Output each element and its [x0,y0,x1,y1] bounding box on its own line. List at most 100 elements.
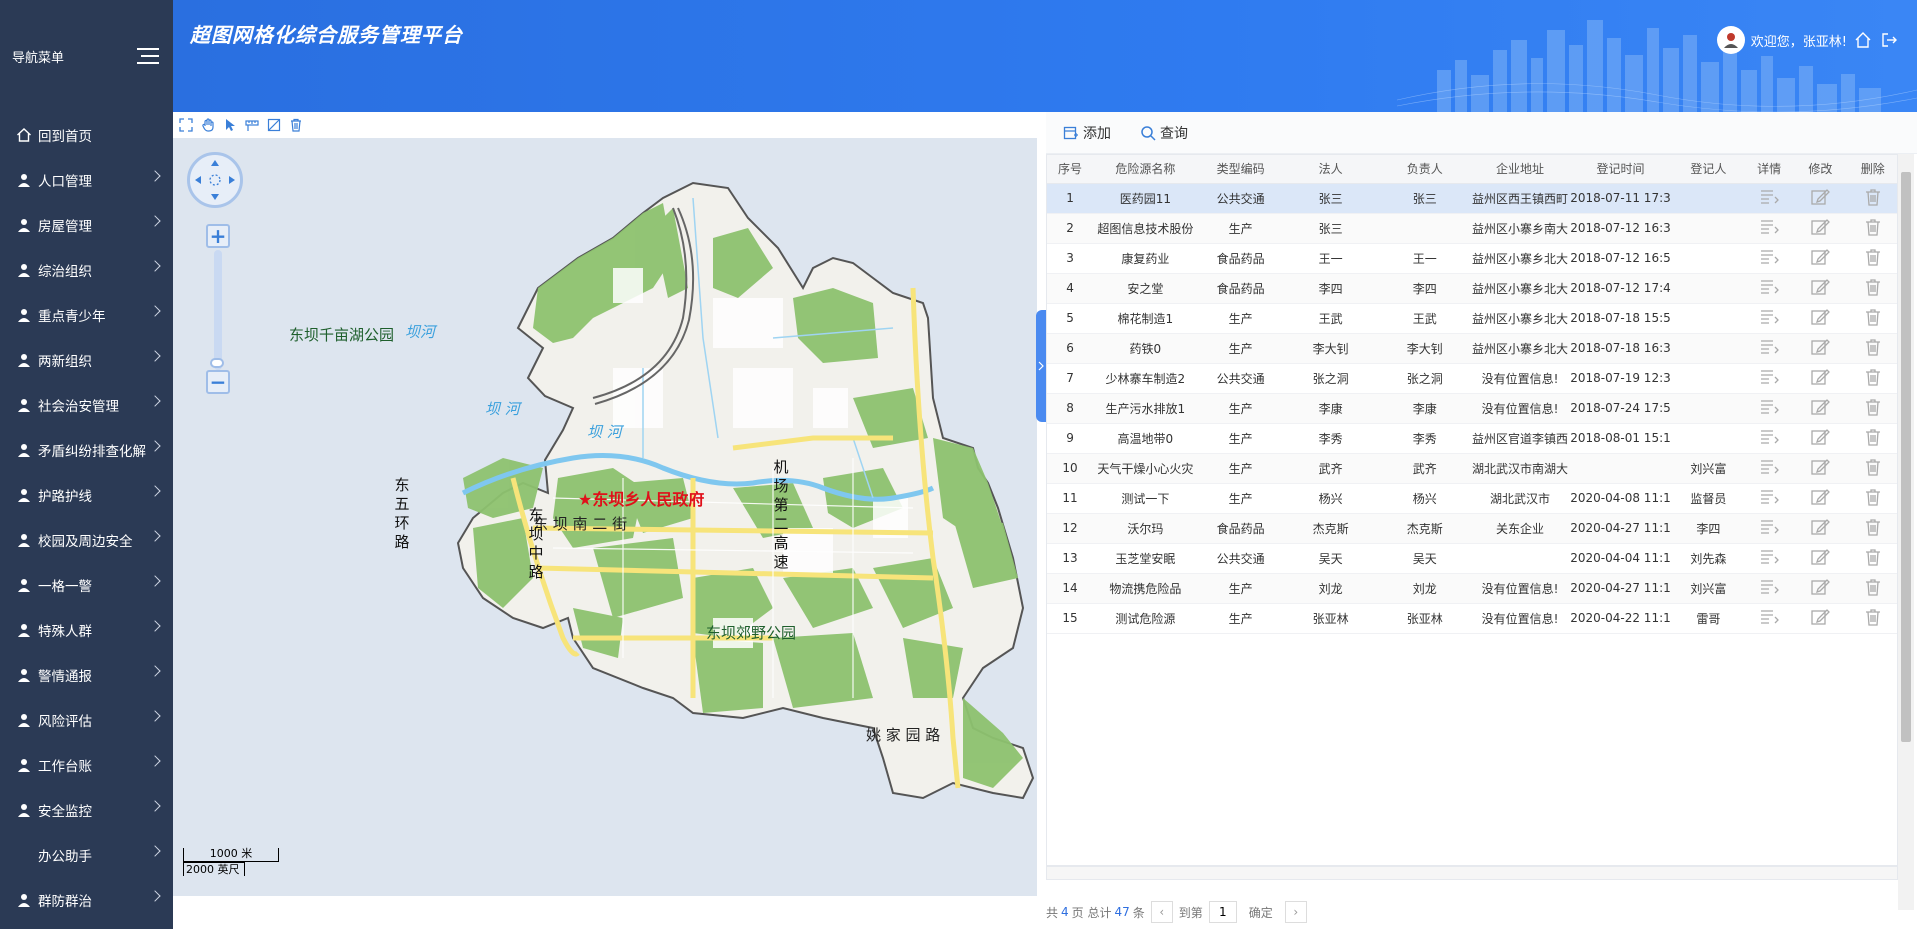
sidebar-item[interactable]: 安全监控 [0,787,173,832]
delete-icon[interactable] [1846,333,1897,364]
edit-icon[interactable] [1794,303,1847,334]
zoom-out-button[interactable]: − [206,370,230,394]
query-button[interactable]: 查询 [1139,123,1188,143]
detail-icon[interactable] [1744,273,1795,304]
detail-icon[interactable] [1744,603,1795,634]
next-page-button[interactable]: › [1284,901,1307,923]
sidebar-item[interactable]: 群防群治 [0,877,173,922]
table-row[interactable]: 15 测试危险源 生产 张亚林 张亚林 没有位置信息! 2020-04-22 11:1 雷哥 [1047,603,1897,634]
sidebar-item[interactable]: 综治组织 [0,247,173,292]
table-row[interactable]: 3 康复药业 食品药品 王一 王一 益州区小寨乡北大 2018-07-12 16:5 [1047,243,1897,274]
table-row[interactable]: 13 玉芝堂安眠 公共交通 吴天 吴天 2020-04-04 11:1 刘先森 [1047,543,1897,574]
detail-icon[interactable] [1744,333,1795,364]
edit-icon[interactable] [1794,543,1847,574]
zoom-slider-track[interactable] [214,250,222,370]
edit-icon[interactable] [1794,603,1847,634]
delete-icon[interactable] [1846,453,1897,484]
add-button[interactable]: 添加 [1062,123,1111,143]
confirm-page-button[interactable]: 确定 [1249,904,1273,921]
sidebar-item[interactable]: 护路护线 [0,472,173,517]
table-row[interactable]: 5 棉花制造1 生产 王武 王武 益州区小寨乡北大 2018-07-18 15:5 [1047,303,1897,334]
edit-icon[interactable] [1794,213,1847,244]
delete-icon[interactable] [1846,393,1897,424]
edit-icon[interactable] [1794,453,1847,484]
delete-icon[interactable] [1846,573,1897,604]
home-icon[interactable] [1853,30,1873,50]
map-view[interactable]: 东坝千亩湖公园 东坝郊野公园 ★东坝乡人民政府 坝河 坝 河 坝 河 东 坝 南… [173,138,1037,896]
table-row[interactable]: 10 天气干燥小心火灾 生产 武齐 武齐 湖北武汉市南湖大 刘兴富 [1047,453,1897,484]
table-row[interactable]: 14 物流携危险品 生产 刘龙 刘龙 没有位置信息! 2020-04-27 11:1 刘兴富 [1047,573,1897,604]
pan-hand-icon[interactable] [199,116,217,134]
delete-icon[interactable] [1846,363,1897,394]
table-row[interactable]: 1 医药园11 公共交通 张三 张三 益州区西王镇西町 2018-07-11 17:3 [1047,183,1897,214]
delete-icon[interactable] [1846,513,1897,544]
edit-icon[interactable] [1794,243,1847,274]
edit-icon[interactable] [1794,393,1847,424]
delete-icon[interactable] [1846,243,1897,274]
delete-icon[interactable] [1846,303,1897,334]
sidebar-item[interactable]: 回到首页 [0,112,173,157]
measure-area-icon[interactable] [265,116,283,134]
edit-icon[interactable] [1794,423,1847,454]
detail-icon[interactable] [1744,393,1795,424]
sidebar-item[interactable]: 办公助手 [0,832,173,877]
detail-icon[interactable] [1744,423,1795,454]
measure-distance-icon[interactable] [243,116,261,134]
detail-icon[interactable] [1744,243,1795,274]
detail-icon[interactable] [1744,303,1795,334]
sidebar-item[interactable]: 房屋管理 [0,202,173,247]
delete-icon[interactable] [1846,273,1897,304]
sidebar-item[interactable]: 一格一警 [0,562,173,607]
collapse-menu-icon[interactable] [137,48,159,64]
edit-icon[interactable] [1794,333,1847,364]
detail-icon[interactable] [1744,213,1795,244]
delete-icon[interactable] [1846,183,1897,214]
sidebar-item[interactable]: 特殊人群 [0,607,173,652]
sidebar-item[interactable]: 矛盾纠纷排查化解 [0,427,173,472]
detail-icon[interactable] [1744,543,1795,574]
zoom-in-button[interactable]: + [206,224,230,248]
sidebar-item[interactable]: 校园及周边安全 [0,517,173,562]
page-number-input[interactable] [1208,901,1237,923]
sidebar-item[interactable]: 两新组织 [0,337,173,382]
table-row[interactable]: 9 高温地带0 生产 李秀 李秀 益州区官道李镇西 2018-08-01 15:1 [1047,423,1897,454]
delete-icon[interactable] [1846,423,1897,454]
horizontal-scrollbar[interactable] [1046,866,1898,880]
detail-icon[interactable] [1744,453,1795,484]
edit-icon[interactable] [1794,513,1847,544]
edit-icon[interactable] [1794,183,1847,214]
edit-icon[interactable] [1794,483,1847,514]
sidebar-item[interactable]: 工作台账 [0,742,173,787]
table-row[interactable]: 4 安之堂 食品药品 李四 李四 益州区小寨乡北大 2018-07-12 17:4 [1047,273,1897,304]
delete-icon[interactable] [1846,543,1897,574]
table-row[interactable]: 8 生产污水排放1 生产 李康 李康 没有位置信息! 2018-07-24 17:5 [1047,393,1897,424]
fullscreen-icon[interactable] [177,116,195,134]
edit-icon[interactable] [1794,573,1847,604]
panel-collapse-handle[interactable] [1036,310,1046,422]
table-row[interactable]: 2 超图信息技术股份 生产 张三 益州区小寨乡南大 2018-07-12 16:3 [1047,213,1897,244]
delete-icon[interactable] [1846,483,1897,514]
delete-icon[interactable] [1846,603,1897,634]
logout-icon[interactable] [1879,30,1899,50]
select-arrow-icon[interactable] [221,116,239,134]
avatar[interactable] [1716,26,1745,54]
edit-icon[interactable] [1794,363,1847,394]
table-row[interactable]: 12 沃尔玛 食品药品 杰克斯 杰克斯 关东企业 2020-04-27 11:1 李四 [1047,513,1897,544]
detail-icon[interactable] [1744,483,1795,514]
sidebar-item[interactable]: 风险评估 [0,697,173,742]
sidebar-item[interactable]: 重点青少年 [0,292,173,337]
vertical-scrollbar[interactable] [1898,154,1914,910]
detail-icon[interactable] [1744,573,1795,604]
edit-icon[interactable] [1794,273,1847,304]
table-row[interactable]: 11 测试一下 生产 杨兴 杨兴 湖北武汉市 2020-04-08 11:1 监督员 [1047,483,1897,514]
detail-icon[interactable] [1744,513,1795,544]
pan-control[interactable] [187,152,243,208]
sidebar-item[interactable]: 人口管理 [0,157,173,202]
delete-icon[interactable] [1846,213,1897,244]
table-row[interactable]: 6 药铁0 生产 李大钊 李大钊 益州区小寨乡北大 2018-07-18 16:3 [1047,333,1897,364]
zoom-slider-handle[interactable] [210,358,224,368]
sidebar-item[interactable]: 社会治安管理 [0,382,173,427]
detail-icon[interactable] [1744,183,1795,214]
sidebar-item[interactable]: 警情通报 [0,652,173,697]
prev-page-button[interactable]: ‹ [1150,901,1173,923]
